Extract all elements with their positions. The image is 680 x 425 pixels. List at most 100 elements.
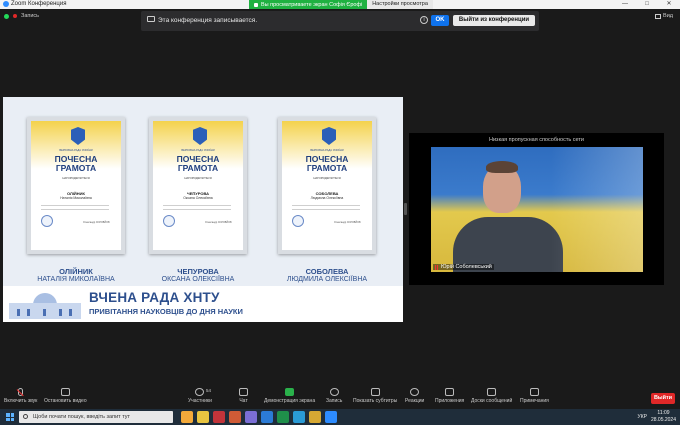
share-screen-label: Демонстрация экрана (264, 398, 316, 404)
text-line (292, 205, 360, 206)
certificate-heading: ПОЧЕСНА ГРАМОТА (31, 155, 121, 173)
share-screen-icon (285, 388, 295, 396)
reactions-button[interactable]: Реакции (405, 388, 424, 404)
viewing-screen-indicator: Вы просматриваете экран Софія Єрофі (249, 0, 368, 9)
subtitles-label: Показать субтитры (353, 398, 398, 404)
heading-line2: ГРАМОТА (177, 163, 219, 173)
viewing-screen-label: Вы просматриваете экран Софія Єрофі (261, 1, 363, 8)
clock-date: 28.05.2024 (650, 416, 676, 423)
whiteboard-label: Доски сообщений (471, 398, 513, 404)
recipient-name: НАТАЛІЯ МИКОЛАЇВНА (37, 276, 115, 283)
microphone-muted-icon (18, 388, 24, 396)
certificate-given-name: Людмила Олексіївна (310, 196, 344, 200)
apps-button[interactable]: Приложения (435, 388, 464, 404)
minimize-button[interactable]: — (614, 0, 636, 9)
participant-video-panel[interactable]: Низкая пропускная способность сети Юрій … (409, 133, 664, 285)
window-titlebar: Zoom Конференция Вы просматриваете экран… (0, 0, 680, 9)
certificate-heading: ПОЧЕСНА ГРАМОТА (282, 155, 372, 173)
unmute-label: Включить звук (4, 398, 38, 404)
certificate-card: ВЕРХОВНА РАДА УКРАЇНИ ПОЧЕСНА ГРАМОТА НАГ… (149, 117, 247, 254)
taskbar-search-placeholder: Щоби почати пошук, введіть запит тут (33, 414, 131, 420)
viber-icon[interactable] (245, 411, 257, 423)
bandwidth-warning: Низкая пропускная способность сети (489, 137, 584, 143)
app-icon[interactable] (213, 411, 225, 423)
taskbar-search-box[interactable]: Щоби почати пошук, введіть запит тут (19, 411, 173, 423)
maximize-button[interactable]: □ (636, 0, 658, 9)
excel-icon[interactable] (277, 411, 289, 423)
participant-nametag: Юрій Соболевський (433, 264, 494, 270)
grid-view-icon (655, 13, 662, 19)
powerpoint-icon[interactable] (229, 411, 241, 423)
word-icon[interactable] (261, 411, 273, 423)
security-shield-icon[interactable] (4, 13, 9, 19)
whiteboard-button[interactable]: Доски сообщений (471, 388, 512, 404)
notes-icon (529, 388, 539, 396)
shared-screen[interactable]: ВЕРХОВНА РАДА УКРАЇНИ ПОЧЕСНА ГРАМОТА НАГ… (3, 97, 403, 322)
recording-status: Запись (4, 13, 39, 19)
zoom-logo-icon (3, 1, 9, 7)
firefox-icon[interactable] (181, 411, 193, 423)
share-screen-button[interactable]: Демонстрация экрана (264, 388, 315, 404)
certificate-card: ВЕРХОВНА РАДА УКРАЇНИ ПОЧЕСНА ГРАМОТА НАГ… (27, 117, 125, 254)
meeting-toolbar: Включить звук Остановить видео 54 Участн… (0, 387, 680, 409)
system-tray: УКР 11:09 28.05.2024 (638, 410, 676, 423)
view-button-label: Вид (663, 13, 673, 19)
chat-icon (239, 388, 248, 396)
participants-label: Участники (188, 398, 212, 404)
windows-start-icon[interactable] (6, 413, 14, 421)
ok-button[interactable]: OK (431, 15, 449, 26)
notes-button[interactable]: Примечания (520, 388, 549, 404)
app-title-area: Zoom Конференция (3, 1, 66, 7)
certificate-awarded: НАГОРОДЖУЄТЬСЯ (62, 176, 90, 180)
recipient-surname: СОБОЛЕВА (305, 267, 349, 276)
certificate-awarded: НАГОРОДЖУЄТЬСЯ (313, 176, 341, 180)
recipient-caption: СОБОЛЕВА ЛЮДМИЛА ОЛЕКСІЇВНА (267, 267, 387, 283)
split-view-handle[interactable] (404, 203, 407, 215)
certificate-org: ВЕРХОВНА РАДА УКРАЇНИ (310, 149, 344, 152)
certificate-card: ВЕРХОВНА РАДА УКРАЇНИ ПОЧЕСНА ГРАМОТА НАГ… (278, 117, 376, 254)
recipient-surname: ЧЕПУРОВА (177, 267, 219, 276)
chat-button[interactable]: Чат (239, 388, 248, 404)
certificate-awarded: НАГОРОДЖУЄТЬСЯ (184, 176, 212, 180)
unmute-button[interactable]: Включить звук (4, 388, 37, 404)
participants-count: 54 (206, 388, 212, 393)
university-building-icon (9, 289, 81, 319)
subtitles-button[interactable]: Показать субтитры (353, 388, 397, 404)
certificate-given-name: Наталія Миколаївна (60, 196, 92, 200)
smiley-icon (410, 388, 420, 396)
seal-icon (163, 215, 175, 227)
seal-icon (292, 215, 304, 227)
recipient-name: ЛЮДМИЛА ОЛЕКСІЇВНА (286, 276, 368, 283)
folder-icon[interactable] (309, 411, 321, 423)
participant-video (431, 147, 643, 272)
exit-button[interactable]: Выйти (651, 393, 675, 404)
leave-meeting-button[interactable]: Выйти из конференции (453, 15, 535, 26)
taskbar-clock[interactable]: 11:09 28.05.2024 (651, 410, 676, 423)
recording-label: Запись (21, 13, 40, 19)
close-button[interactable]: ✕ (658, 0, 680, 9)
view-options-button[interactable]: Настройки просмотра (367, 0, 433, 9)
stop-video-button[interactable]: Остановить видео (44, 388, 87, 404)
keyboard-language[interactable]: УКР (638, 414, 647, 420)
certificate-signature: Олександр СОЛОВЙОВ (334, 221, 361, 224)
share-banner: Вы просматриваете экран Софія Єрофі Наст… (249, 0, 433, 9)
record-button[interactable]: Запись (326, 388, 342, 404)
recording-dot-icon (13, 14, 17, 18)
info-icon[interactable]: i (420, 16, 428, 24)
window-controls: — □ ✕ (614, 0, 680, 9)
file-explorer-icon[interactable] (197, 411, 209, 423)
apps-label: Приложения (435, 398, 465, 404)
recipient-surname: ОЛІЙНИК (59, 267, 93, 276)
text-line (41, 209, 109, 210)
recording-camera-icon (147, 16, 155, 22)
windows-taskbar: Щоби почати пошук, введіть запит тут УКР… (0, 409, 680, 425)
certificate-paper: ВЕРХОВНА РАДА УКРАЇНИ ПОЧЕСНА ГРАМОТА НАГ… (31, 121, 121, 250)
text-line (163, 205, 231, 206)
zoom-app-icon[interactable] (325, 411, 337, 423)
participants-button[interactable]: 54 Участники (188, 388, 212, 404)
chat-label: Чат (239, 398, 248, 404)
cc-icon (370, 388, 380, 396)
record-icon (329, 388, 339, 396)
view-button[interactable]: Вид (655, 13, 673, 19)
telegram-icon[interactable] (293, 411, 305, 423)
